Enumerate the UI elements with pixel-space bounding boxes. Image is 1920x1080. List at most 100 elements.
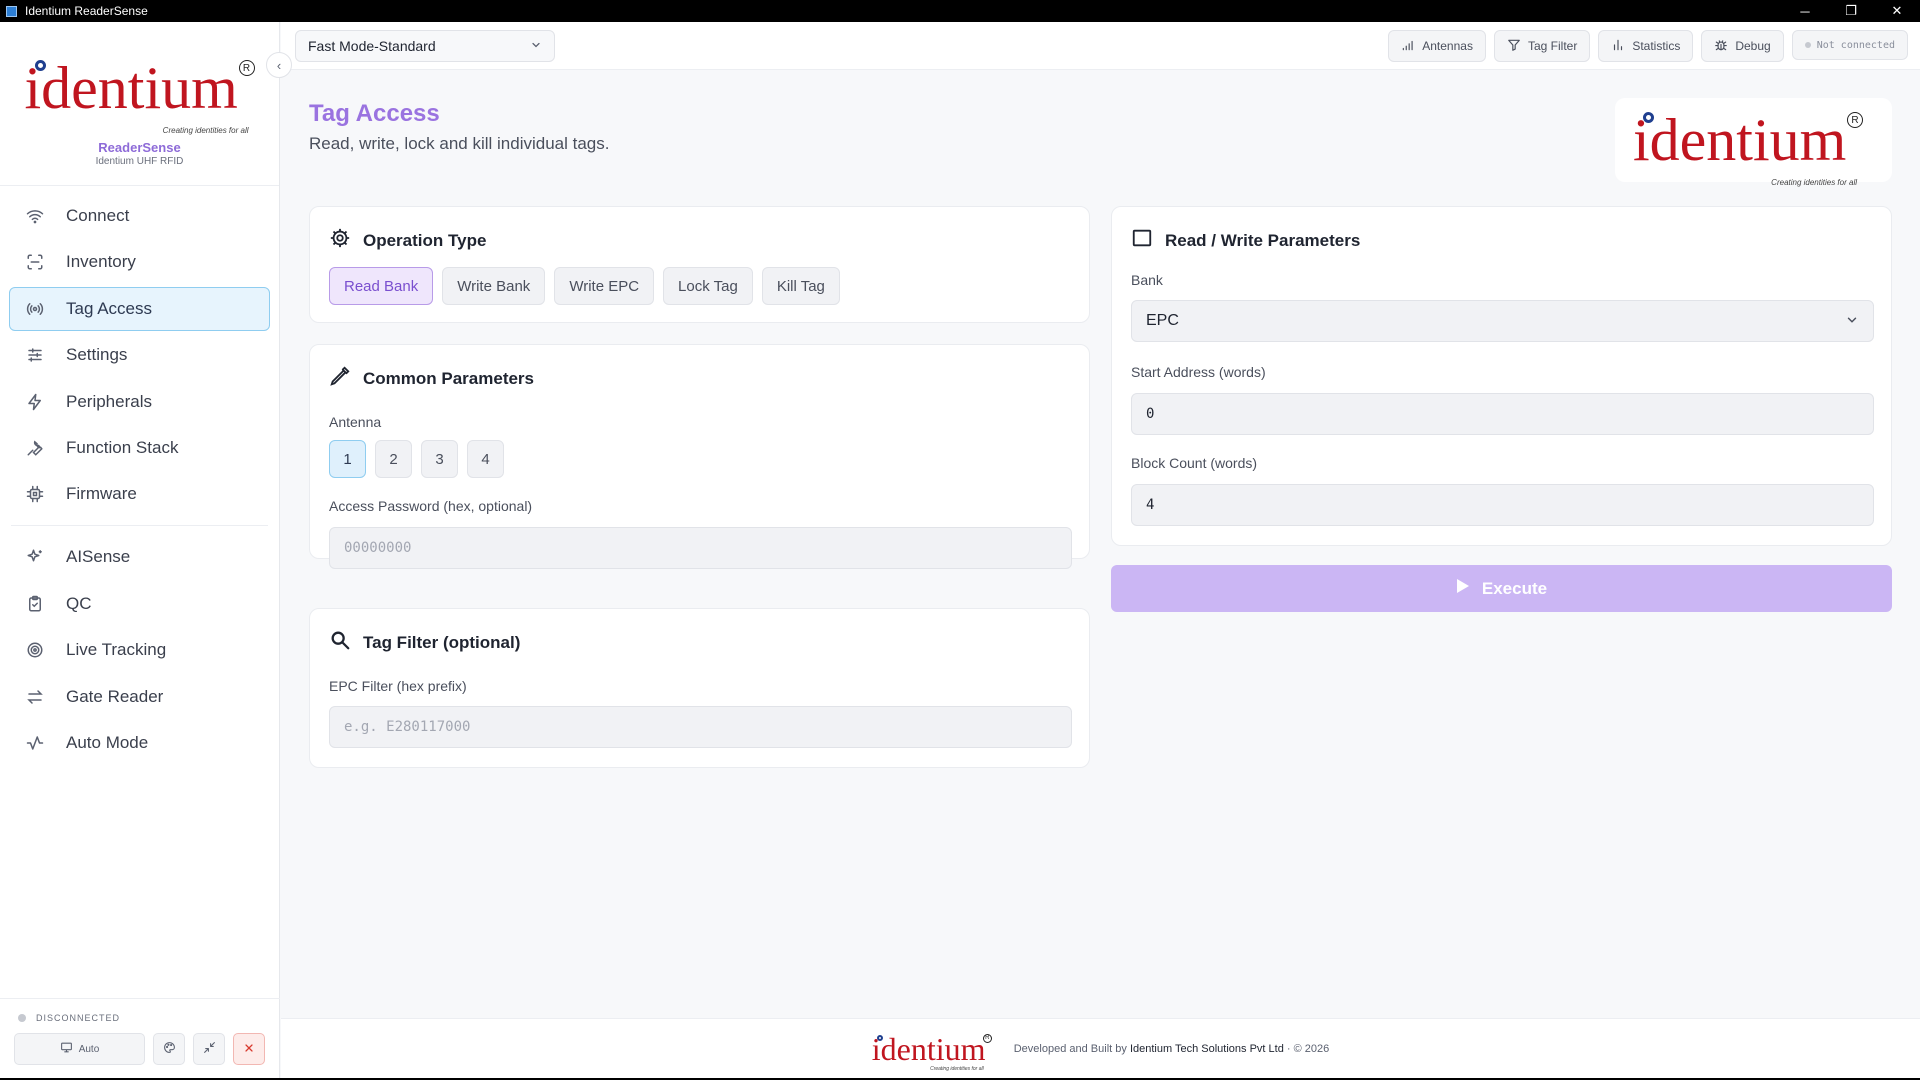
chevron-down-icon <box>530 39 542 54</box>
sidebar-item-peripherals[interactable]: Peripherals <box>9 380 270 424</box>
block-count-label: Block Count (words) <box>1131 455 1258 471</box>
wifi-icon <box>26 207 44 225</box>
top-bar-actions: Antennas Tag Filter Statistics Debug Not… <box>1388 30 1908 62</box>
sidebar-item-label: Function Stack <box>66 437 179 457</box>
nav-divider <box>11 525 268 527</box>
card-header: Read / Write Parameters <box>1131 227 1360 254</box>
sidebar-item-label: Firmware <box>66 484 137 504</box>
antenna-1-button[interactable]: 1 <box>329 440 366 478</box>
access-password-input[interactable]: 00000000 <box>329 527 1072 569</box>
antenna-selector: 1 2 3 4 <box>329 440 504 478</box>
footer-suffix: · © 2026 <box>1286 1042 1330 1055</box>
sidebar-item-function-stack[interactable]: Function Stack <box>9 426 270 470</box>
operation-lock-tag[interactable]: Lock Tag <box>663 267 753 305</box>
mode-value: Fast Mode-Standard <box>308 38 436 54</box>
page-title: Tag Access <box>309 100 440 127</box>
filter-icon <box>1507 38 1521 55</box>
swap-icon <box>26 688 44 706</box>
start-address-input[interactable]: 0 <box>1131 393 1874 435</box>
antennas-button[interactable]: Antennas <box>1388 30 1486 62</box>
sidebar-item-label: Connect <box>66 206 130 225</box>
minimize-arrows-icon <box>203 1041 216 1057</box>
antennas-label: Antennas <box>1422 39 1473 53</box>
activity-icon <box>26 734 44 752</box>
operation-kill-tag[interactable]: Kill Tag <box>761 267 840 305</box>
sidebar-item-gate-reader[interactable]: Gate Reader <box>9 675 270 719</box>
bank-label: Bank <box>1131 272 1163 288</box>
common-parameters-card: Common Parameters Antenna 1 2 3 4 Access… <box>309 344 1090 569</box>
operation-type-title: Operation Type <box>363 230 487 250</box>
statistics-button[interactable]: Statistics <box>1598 30 1694 62</box>
debug-button[interactable]: Debug <box>1701 30 1784 62</box>
close-window-button[interactable]: ✕ <box>1874 0 1920 22</box>
epc-filter-label: EPC Filter (hex prefix) <box>329 678 467 694</box>
sidebar-controls: Auto <box>14 1033 265 1065</box>
sidebar-item-label: AISense <box>66 547 131 567</box>
antenna-2-button[interactable]: 2 <box>375 440 412 478</box>
signal-bars-icon <box>1401 38 1415 55</box>
main-content: Tag Access Read, write, lock and kill in… <box>281 70 1920 1018</box>
footer: identium R Creating identities for all D… <box>281 1018 1920 1078</box>
execute-button[interactable]: Execute <box>1111 565 1892 612</box>
maximize-button[interactable]: ❐ <box>1828 0 1874 22</box>
sidebar-item-label: Live Tracking <box>66 640 167 660</box>
compact-button[interactable] <box>193 1033 225 1065</box>
top-bar: ‹ Fast Mode-Standard Antennas Tag Filter… <box>266 22 1920 78</box>
sidebar-item-label: Inventory <box>66 252 136 272</box>
antenna-4-button[interactable]: 4 <box>467 440 504 478</box>
sidebar-item-tag-access[interactable]: Tag Access <box>9 286 270 331</box>
minimize-button[interactable]: ─ <box>1782 0 1828 22</box>
sidebar: identium R Creating identities for all R… <box>0 22 280 1078</box>
sidebar-nav: Connect Inventory Tag Access Settings Pe… <box>0 186 279 765</box>
sidebar-item-label: Gate Reader <box>66 686 164 706</box>
operation-type-selector: Read Bank Write Bank Write EPC Lock Tag … <box>329 267 840 305</box>
sidebar-item-label: Tag Access <box>66 298 152 318</box>
card-header: Operation Type <box>329 227 486 254</box>
execute-label: Execute <box>1481 578 1548 598</box>
sidebar-footer: DISCONNECTED Auto <box>0 998 280 1078</box>
sidebar-item-label: QC <box>66 593 92 613</box>
identium-logo: identium R Creating identities for all <box>25 52 255 135</box>
sliders-icon <box>26 346 44 364</box>
auto-label: Auto <box>78 1043 100 1055</box>
exit-button[interactable] <box>233 1033 265 1065</box>
sidebar-item-connect[interactable]: Connect <box>9 194 270 238</box>
mode-select[interactable]: Fast Mode-Standard <box>295 30 555 62</box>
common-parameters-title: Common Parameters <box>363 368 535 388</box>
search-icon <box>329 629 351 656</box>
sidebar-item-firmware[interactable]: Firmware <box>9 472 270 516</box>
sidebar-item-auto-mode[interactable]: Auto Mode <box>9 721 270 765</box>
brand-logo-card: identium R Creating identities for all <box>1615 98 1892 187</box>
connection-status: DISCONNECTED <box>0 999 280 1023</box>
sidebar-item-live-tracking[interactable]: Live Tracking <box>9 628 270 672</box>
app-name: ReaderSense <box>98 140 181 155</box>
palette-button[interactable] <box>153 1033 185 1065</box>
epc-filter-input[interactable]: e.g. E280117000 <box>329 706 1072 748</box>
tag-filter-label: Tag Filter <box>1527 39 1578 53</box>
sidebar-item-inventory[interactable]: Inventory <box>9 240 270 284</box>
bolt-icon <box>26 393 44 411</box>
antenna-3-button[interactable]: 3 <box>421 440 458 478</box>
footer-prefix: Developed and Built by <box>1013 1042 1127 1055</box>
read-write-parameters-card: Read / Write Parameters Bank EPC Start A… <box>1111 206 1892 546</box>
operation-write-epc[interactable]: Write EPC <box>554 267 655 305</box>
broadcast-icon <box>26 300 44 318</box>
tag-filter-button[interactable]: Tag Filter <box>1493 30 1591 62</box>
play-icon <box>1456 578 1470 599</box>
sidebar-item-qc[interactable]: QC <box>9 582 270 626</box>
sidebar-item-aisense[interactable]: AISense <box>9 535 270 579</box>
sidebar-item-settings[interactable]: Settings <box>9 333 270 377</box>
auto-theme-button[interactable]: Auto <box>14 1033 145 1065</box>
bank-select[interactable]: EPC <box>1131 300 1874 342</box>
operation-read-bank[interactable]: Read Bank <box>329 267 434 305</box>
gear-icon <box>329 227 351 254</box>
footer-company: Identium Tech Solutions Pvt Ltd <box>1129 1042 1284 1055</box>
operation-type-card: Operation Type Read Bank Write Bank Writ… <box>309 206 1090 323</box>
statistics-label: Statistics <box>1632 39 1681 53</box>
block-count-input[interactable]: 4 <box>1131 484 1874 526</box>
collapse-sidebar-button[interactable]: ‹ <box>266 52 292 78</box>
operation-write-bank[interactable]: Write Bank <box>442 267 546 305</box>
read-write-title: Read / Write Parameters <box>1165 230 1361 250</box>
bar-chart-icon <box>1611 38 1625 55</box>
tag-filter-title: Tag Filter (optional) <box>363 632 521 652</box>
